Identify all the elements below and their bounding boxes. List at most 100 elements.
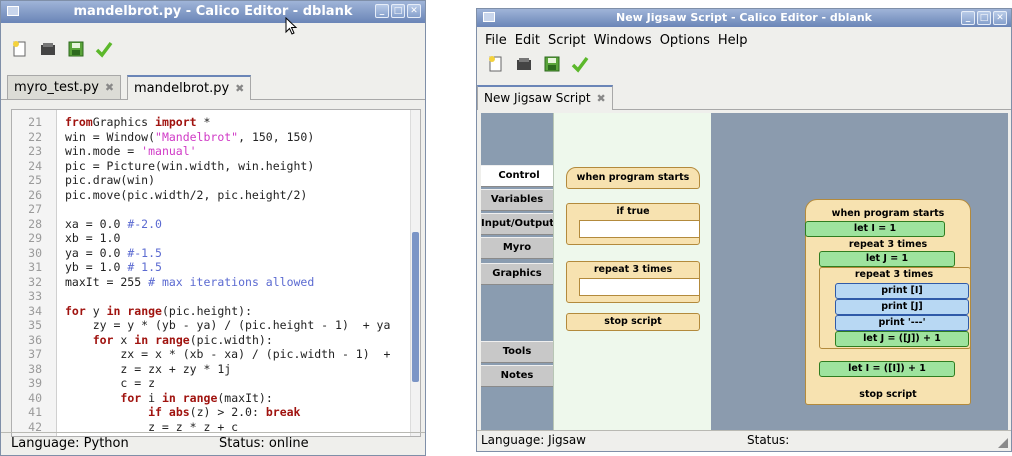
new-file-icon[interactable] <box>11 40 29 58</box>
minimize-icon[interactable]: _ <box>375 4 389 18</box>
palette-if-label: if true <box>616 206 650 217</box>
code-line[interactable]: 31 yb = 1.0 # 1.5 <box>12 261 420 273</box>
left-tab-bar: myro_test.py ✖ mandelbrot.py ✖ <box>1 71 425 100</box>
tab-new-jigsaw-script[interactable]: New Jigsaw Script ✖ <box>477 85 613 110</box>
code-line[interactable]: 33 <box>12 290 420 302</box>
tab-myro-test[interactable]: myro_test.py ✖ <box>7 75 122 99</box>
script-let-j-increment[interactable]: let J = ([J]) + 1 <box>835 331 969 347</box>
code-text: xb = 1.0 <box>65 231 121 245</box>
right-window-title: New Jigsaw Script - Calico Editor - dbla… <box>615 11 872 24</box>
line-number: 25 <box>28 173 42 187</box>
category-control[interactable]: Control <box>481 165 557 187</box>
left-title-bar[interactable]: mandelbrot.py - Calico Editor - dblank _… <box>1 1 425 23</box>
code-line[interactable]: 21 fromGraphics import * <box>12 116 420 128</box>
left-window-title: mandelbrot.py - Calico Editor - dblank <box>73 4 353 19</box>
tab-label: mandelbrot.py <box>134 81 230 96</box>
menu-edit[interactable]: Edit <box>511 31 544 51</box>
script-print-j[interactable]: print [J] <box>835 299 969 315</box>
code-line[interactable]: 24 pic = Picture(win.width, win.height) <box>12 160 420 172</box>
code-line[interactable]: 32 maxIt = 255 # max iterations allowed <box>12 276 420 288</box>
tab-mandelbrot[interactable]: mandelbrot.py ✖ <box>127 75 252 100</box>
close-icon[interactable]: ✕ <box>407 4 421 18</box>
menu-help[interactable]: Help <box>714 31 752 51</box>
menu-windows[interactable]: Windows <box>590 31 656 51</box>
category-notes[interactable]: Notes <box>481 365 553 387</box>
script-print-i[interactable]: print [I] <box>835 283 969 299</box>
block-palette: when program starts if true repeat 3 tim… <box>553 113 712 431</box>
palette-when-program-starts[interactable]: when program starts <box>566 167 700 189</box>
menu-file[interactable]: File <box>481 31 511 51</box>
run-checkmark-icon[interactable] <box>571 55 589 73</box>
menu-options[interactable]: Options <box>656 31 714 51</box>
code-line[interactable]: 35 zy = y * (yb - ya) / (pic.height - 1)… <box>12 319 420 331</box>
line-number: 28 <box>28 216 42 231</box>
left-editor-window: mandelbrot.py - Calico Editor - dblank _… <box>0 0 426 456</box>
new-file-icon[interactable] <box>487 55 505 73</box>
code-line[interactable]: 23 win.mode = 'manual' <box>12 145 420 157</box>
save-file-icon[interactable] <box>543 55 561 73</box>
resize-grip-icon[interactable] <box>997 437 1009 449</box>
code-line[interactable]: 39 c = z <box>12 377 420 389</box>
code-line[interactable]: 28 xa = 0.0 #-2.0 <box>12 218 420 230</box>
repeat-outer-label: repeat 3 times <box>848 239 928 250</box>
run-checkmark-icon[interactable] <box>95 40 113 58</box>
code-text: maxIt = 255 # max iterations allowed <box>65 274 315 289</box>
line-number: 29 <box>28 231 42 245</box>
code-text: for y in range(pic.height): <box>65 303 252 318</box>
palette-repeat-label: repeat 3 times <box>593 264 673 275</box>
code-text: zy = y * (yb - ya) / (pic.height - 1) + … <box>65 318 391 332</box>
jigsaw-workspace: Control Variables Input/Output Myro Grap… <box>481 113 1008 431</box>
code-line[interactable]: 29 xb = 1.0 <box>12 232 420 244</box>
script-let-i-increment[interactable]: let I = ([I]) + 1 <box>819 361 955 377</box>
right-title-bar[interactable]: New Jigsaw Script - Calico Editor - dbla… <box>477 9 1011 27</box>
tab-close-icon[interactable]: ✖ <box>105 81 114 94</box>
category-graphics[interactable]: Graphics <box>481 263 553 285</box>
open-file-icon[interactable] <box>39 40 57 58</box>
code-line[interactable]: 42 z = z * z + c <box>12 421 420 433</box>
code-line[interactable]: 41 if abs(z) > 2.0: break <box>12 406 420 418</box>
palette-if-true[interactable]: if true <box>566 203 700 245</box>
script-let-i[interactable]: let I = 1 <box>805 221 945 237</box>
code-line[interactable]: 26 pic.move(pic.width/2, pic.height/2) <box>12 189 420 201</box>
code-line[interactable]: 27 <box>12 203 420 215</box>
line-number: 32 <box>28 274 42 289</box>
category-variables[interactable]: Variables <box>481 189 553 211</box>
code-line[interactable]: 36 for x in range(pic.width): <box>12 334 420 346</box>
hat-label: when program starts <box>831 208 945 219</box>
line-number: 23 <box>28 144 42 158</box>
right-editor-window: New Jigsaw Script - Calico Editor - dbla… <box>476 8 1012 452</box>
tab-close-icon[interactable]: ✖ <box>597 92 606 105</box>
line-number: 40 <box>28 390 42 405</box>
code-line[interactable]: 25 pic.draw(win) <box>12 174 420 186</box>
code-text: zx = x * (xb - xa) / (pic.width - 1) + <box>65 347 391 361</box>
maximize-icon[interactable]: □ <box>977 11 991 25</box>
code-editor[interactable]: 21 fromGraphics import * 22 win = Window("M… <box>11 109 421 437</box>
category-input-output[interactable]: Input/Output <box>481 213 554 235</box>
menu-script[interactable]: Script <box>544 31 590 51</box>
open-file-icon[interactable] <box>515 55 533 73</box>
line-number: 21 <box>28 115 42 129</box>
minimize-icon[interactable]: _ <box>961 11 975 25</box>
code-line[interactable]: 37 zx = x * (xb - xa) / (pic.width - 1) … <box>12 348 420 360</box>
tab-close-icon[interactable]: ✖ <box>235 82 244 95</box>
close-icon[interactable]: ✕ <box>993 11 1007 25</box>
script-print-dash[interactable]: print '---' <box>835 315 969 331</box>
palette-stop-script[interactable]: stop script <box>566 313 700 331</box>
line-number: 37 <box>28 347 42 361</box>
category-tools[interactable]: Tools <box>481 341 553 363</box>
palette-repeat-3-times[interactable]: repeat 3 times <box>566 261 700 303</box>
line-number: 41 <box>28 405 42 419</box>
code-line[interactable]: 38 z = zx + zy * 1j <box>12 363 420 375</box>
code-line[interactable]: 34 for y in range(pic.height): <box>12 305 420 317</box>
code-line[interactable]: 30 ya = 0.0 #-1.5 <box>12 247 420 259</box>
tab-label: New Jigsaw Script <box>484 91 591 105</box>
maximize-icon[interactable]: □ <box>391 4 405 18</box>
right-tab-bar: New Jigsaw Script ✖ <box>477 81 1011 110</box>
script-let-j[interactable]: let J = 1 <box>819 251 955 267</box>
code-line[interactable]: 22 win = Window("Mandelbrot", 150, 150) <box>12 131 420 143</box>
save-file-icon[interactable] <box>67 40 85 58</box>
code-line[interactable]: 40 for i in range(maxIt): <box>12 392 420 404</box>
status-state: Status: <box>747 433 790 447</box>
category-myro[interactable]: Myro <box>481 237 553 259</box>
script-canvas[interactable]: when program starts let I = 1 repeat 3 t… <box>711 113 1008 431</box>
